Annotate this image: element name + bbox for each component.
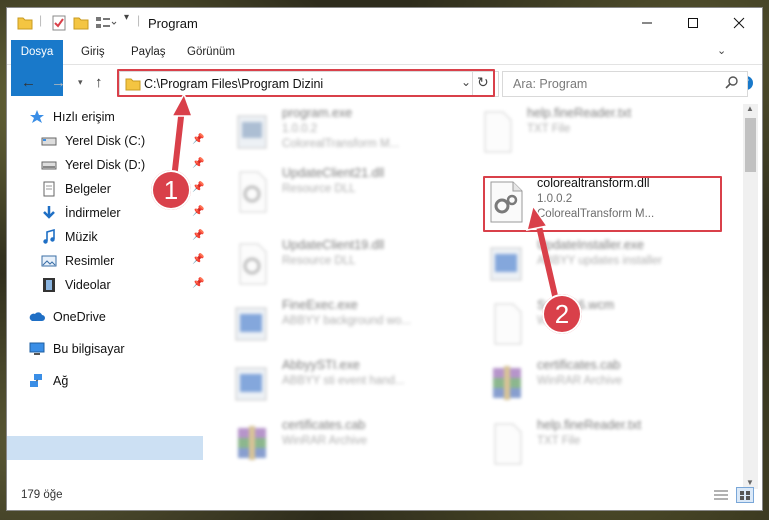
step-1-badge: 1	[151, 170, 191, 210]
annotation-arrows	[170, 92, 559, 303]
step-2-badge: 2	[542, 294, 582, 334]
